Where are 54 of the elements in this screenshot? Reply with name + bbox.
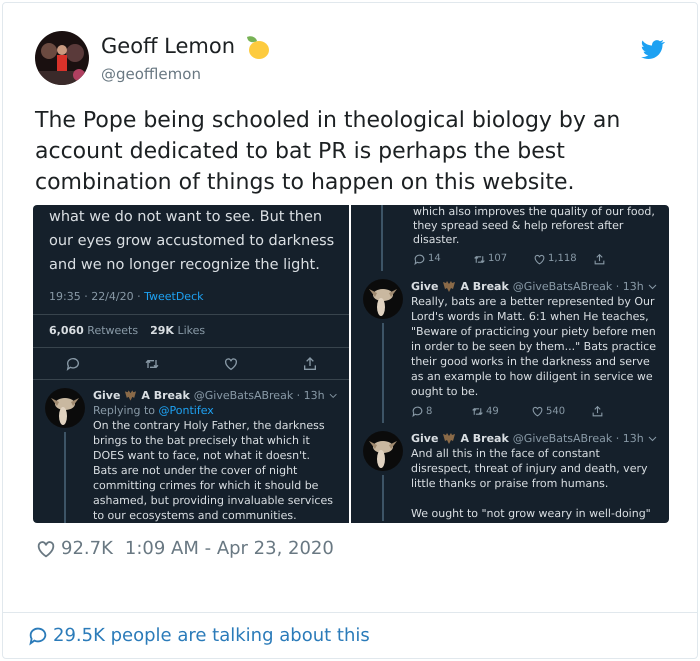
handle: @GiveBatsABreak · 13h [512, 279, 644, 294]
action-count: 1,118 [548, 252, 577, 266]
chevron-icon[interactable] [648, 284, 657, 290]
display-name: Give [411, 431, 438, 446]
tweet-text: what we do not want to see. But then [49, 208, 324, 227]
heart-icon[interactable] [533, 252, 546, 266]
mention-link[interactable]: @Pontifex [158, 404, 214, 417]
reply-icon[interactable] [411, 404, 424, 418]
heart-icon[interactable] [222, 356, 238, 372]
chevron-icon[interactable] [648, 436, 657, 442]
tweet-text: The Pope being schooled in theological biology by an account dedicated to bat PR is perhaps the best combination of things to happen on this website. [34, 107, 622, 197]
tweet-text: our eyes grow accustomed to darkness [49, 232, 333, 251]
replying-label: Replying to [93, 404, 156, 417]
bat-icon [442, 280, 456, 293]
handle: @GiveBatsABreak · 13h [512, 431, 644, 446]
reply-text: Really, bats are a better represented by Our Lord's words in Matt. 6:1 when He teaches, "Beware of practicing your piety before men in order to be seen by them..." Bats practice their good works in the darkness and serve as an example to how diligent in service we ought to be. [411, 294, 657, 399]
display-name: A Break [460, 279, 509, 294]
bird-icon[interactable] [641, 39, 665, 59]
reply-icon[interactable] [64, 356, 80, 372]
stat-text: 6,060 Retweets [49, 322, 138, 338]
display-name: A Break [141, 388, 190, 403]
display-name: Give [93, 388, 120, 403]
action-count: 8 [426, 404, 432, 418]
bat-icon [442, 432, 456, 445]
action-count: 107 [488, 252, 508, 266]
heart-icon[interactable] [531, 404, 544, 418]
reply-text: We ought to "not grow weary in well-doing" [411, 506, 652, 521]
tweet-text: which also improves the quality of our food, [413, 205, 656, 219]
chevron-icon[interactable] [328, 392, 337, 398]
share-icon[interactable] [593, 252, 606, 266]
reply-text: On the contrary Holy Father, the darkness brings to the bat precisely that which it DOES want to face, not what it doesn't. Bats are not under the cover of night committing crimes for which it should be ashamed, but providing invaluable services to our ecosystems and communities. [93, 418, 334, 523]
tweet-text: and we no longer recognize the light. [49, 256, 321, 275]
reply-text: And all this in the face of constant disrespect, threat of injury and death, very little thanks or praise from humans. [411, 446, 648, 491]
reply-icon[interactable] [413, 252, 426, 266]
tweet-text: disaster. [413, 233, 460, 247]
action-count: 14 [428, 252, 441, 266]
share-icon[interactable] [302, 356, 318, 372]
stat-text: 29K Likes [150, 322, 206, 338]
action-count: 540 [546, 404, 566, 418]
display-name: Give [411, 279, 438, 294]
action-count: 49 [486, 404, 499, 418]
bat-icon [124, 389, 138, 402]
handle: @GiveBatsABreak · 13h [194, 388, 325, 403]
tweet-meta: 19:35 · 22/4/20 · [49, 290, 141, 303]
source-link[interactable]: TweetDeck [144, 290, 204, 303]
author-handle[interactable]: @geofflemon [101, 62, 272, 85]
author-name[interactable]: Geoff Lemon [101, 31, 236, 62]
speech-bubble-icon[interactable] [27, 624, 49, 646]
tweet-text: they spread seed & help reforest after [413, 219, 624, 233]
share-icon[interactable] [591, 404, 604, 418]
like-count: 92.7K [61, 537, 113, 561]
display-name: A Break [460, 431, 509, 446]
conversation-link[interactable]: 29.5K people are talking about this [53, 622, 370, 649]
tweet-timestamp[interactable]: 1:09 AM - Apr 23, 2020 [124, 535, 334, 562]
